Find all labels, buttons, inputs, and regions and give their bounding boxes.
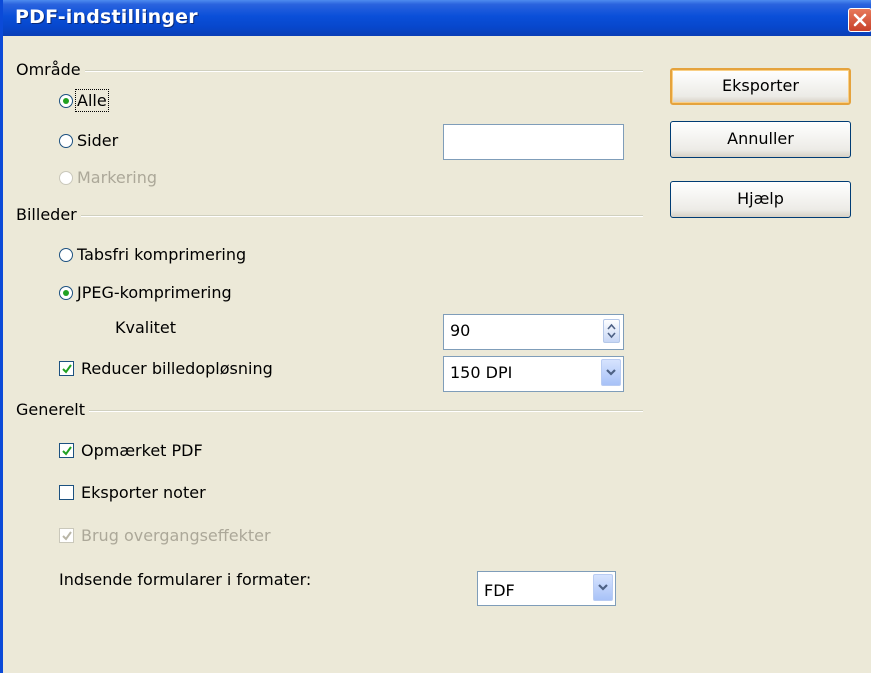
- resolution-value: 150 DPI: [450, 363, 513, 382]
- checkbox-tagged-indicator[interactable]: [59, 443, 74, 458]
- submit-format-dropdown[interactable]: FDF: [477, 571, 616, 606]
- pdf-options-dialog: PDF-indstillinger Område Alle Sider Mark…: [0, 0, 871, 673]
- range-group-line: [23, 70, 643, 72]
- checkbox-transitions-label: Brug overgangseffekter: [81, 526, 271, 545]
- checkbox-notes-label[interactable]: Eksporter noter: [81, 483, 206, 502]
- radio-all-label[interactable]: Alle: [75, 89, 109, 112]
- general-group-line: [23, 410, 643, 412]
- range-group-label: Område: [16, 60, 85, 79]
- close-icon: [853, 13, 867, 27]
- checkbox-tagged-label[interactable]: Opmærket PDF: [81, 441, 203, 460]
- general-group-label: Generelt: [16, 400, 90, 419]
- checkmark-icon: [62, 446, 72, 456]
- radio-dot: [63, 290, 69, 296]
- cancel-button[interactable]: Annuller: [670, 121, 851, 158]
- quality-label: Kvalitet: [115, 318, 177, 337]
- images-group-label: Billeder: [16, 205, 81, 224]
- checkbox-transitions-indicator: [59, 528, 74, 543]
- radio-jpeg-label[interactable]: JPEG-komprimering: [77, 283, 232, 302]
- radio-dot: [63, 98, 69, 104]
- chevron-down-icon: [606, 369, 616, 376]
- submit-format-dropdown-button[interactable]: [593, 574, 613, 601]
- resolution-dropdown[interactable]: 150 DPI: [443, 356, 624, 392]
- radio-pages-indicator[interactable]: [59, 134, 73, 148]
- radio-jpeg-indicator[interactable]: [59, 286, 73, 300]
- title-bar[interactable]: PDF-indstillinger: [3, 0, 871, 36]
- checkmark-icon: [62, 364, 72, 374]
- quality-spinbox[interactable]: 90: [443, 314, 624, 350]
- window-title: PDF-indstillinger: [15, 6, 198, 28]
- export-button[interactable]: Eksporter: [670, 68, 851, 105]
- submit-format-label: Indsende formularer i formater:: [59, 570, 312, 589]
- radio-selection-label: Markering: [77, 168, 158, 187]
- pages-input[interactable]: [443, 124, 624, 160]
- resolution-dropdown-button[interactable]: [601, 359, 621, 386]
- spin-up-down-icon: [607, 323, 616, 339]
- chevron-down-icon: [598, 584, 608, 591]
- quality-value[interactable]: 90: [450, 321, 470, 340]
- radio-pages-label[interactable]: Sider: [77, 131, 118, 150]
- images-group-line: [23, 215, 643, 217]
- checkbox-reduce-label[interactable]: Reducer billedopløsning: [81, 359, 273, 378]
- checkbox-reduce-indicator[interactable]: [59, 361, 74, 376]
- submit-format-value: FDF: [484, 581, 515, 600]
- radio-lossless-label[interactable]: Tabsfri komprimering: [77, 245, 246, 264]
- radio-lossless-indicator[interactable]: [59, 248, 73, 262]
- close-button[interactable]: [848, 8, 871, 32]
- radio-selection-indicator: [59, 171, 73, 185]
- checkmark-icon: [62, 531, 72, 541]
- help-button[interactable]: Hjælp: [670, 181, 851, 218]
- checkbox-notes-indicator[interactable]: [59, 485, 74, 500]
- radio-all-indicator[interactable]: [59, 94, 73, 108]
- quality-spin-buttons[interactable]: [603, 319, 620, 343]
